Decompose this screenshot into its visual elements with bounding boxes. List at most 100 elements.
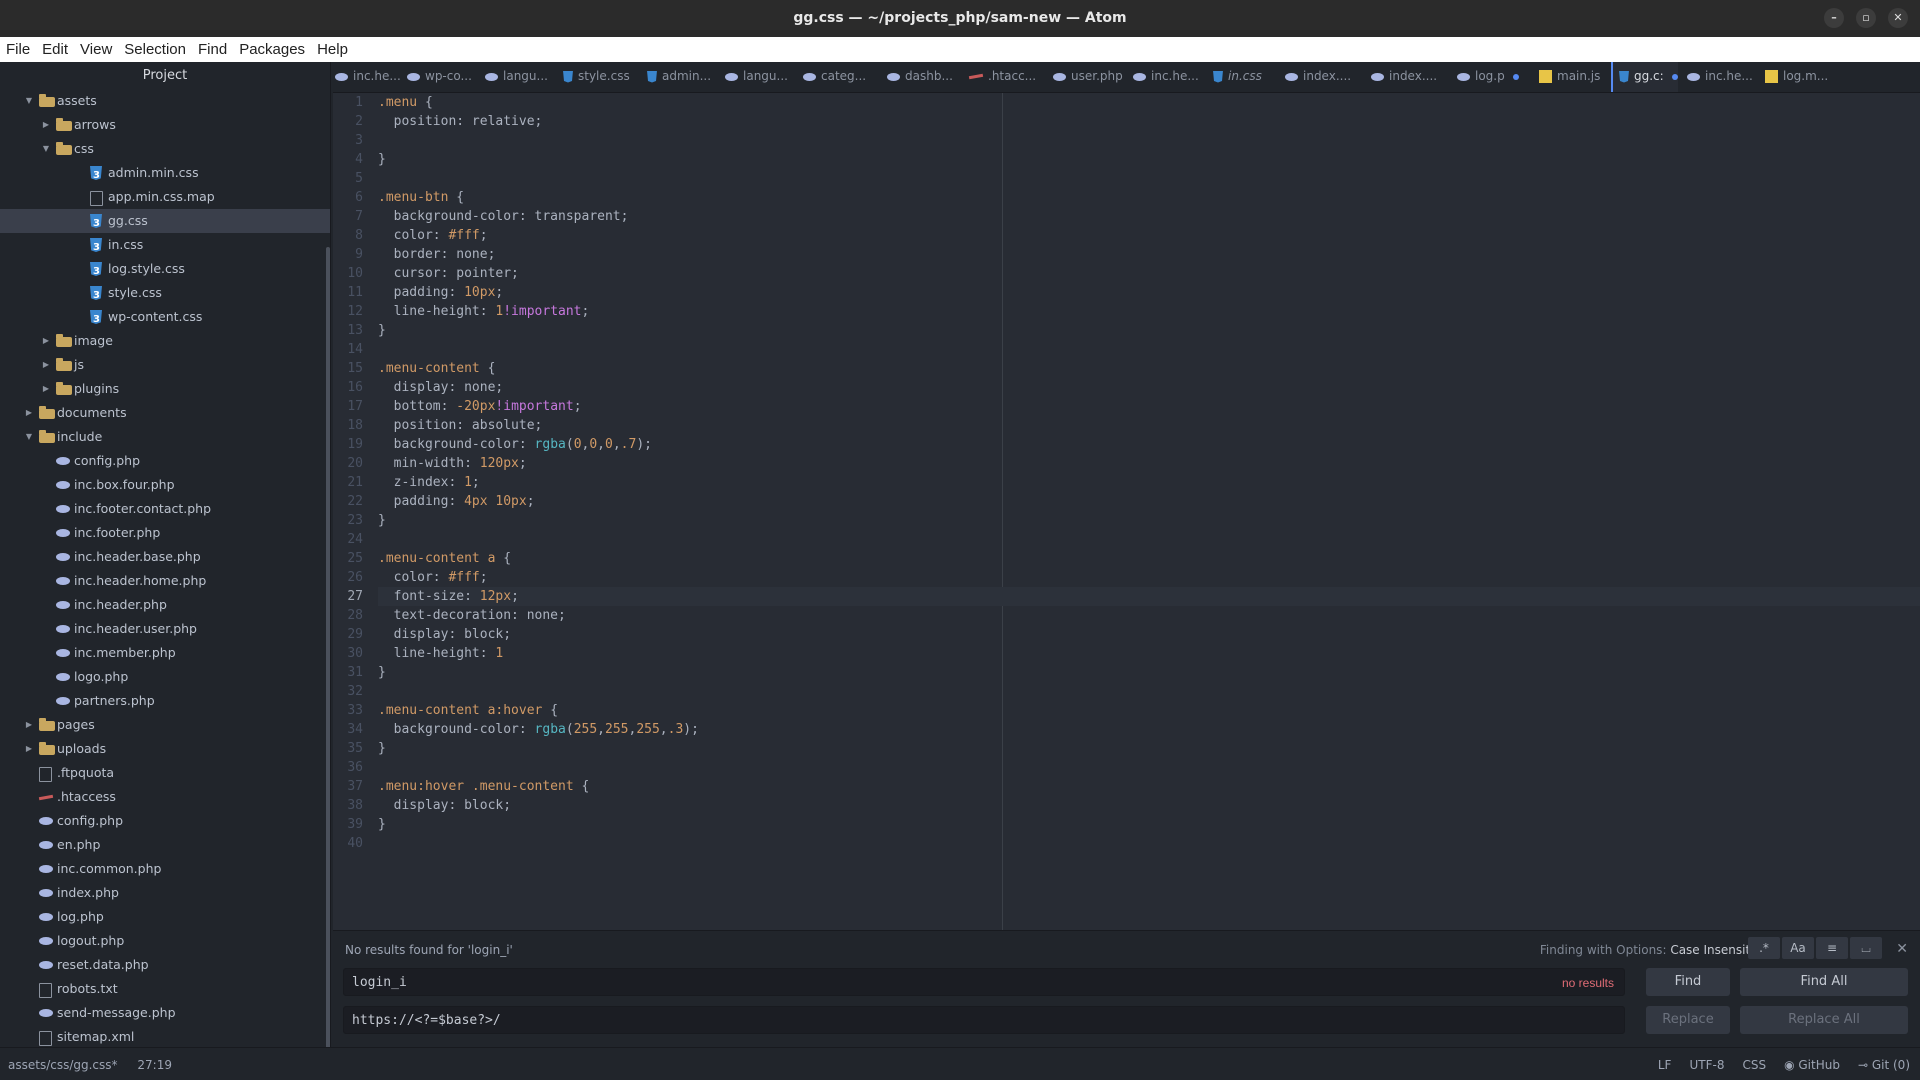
code-line[interactable]: .menu-content a { bbox=[378, 549, 1920, 568]
code-line[interactable]: border: none; bbox=[378, 245, 1920, 264]
editor-tab[interactable]: user.php bbox=[1053, 62, 1123, 92]
chevron-down-icon[interactable]: ▼ bbox=[24, 89, 34, 113]
editor-tab[interactable]: langu... bbox=[485, 62, 548, 92]
code-lines[interactable]: .menu { position: relative;} .menu-btn { … bbox=[378, 93, 1920, 853]
code-line[interactable]: } bbox=[378, 663, 1920, 682]
tree-folder[interactable]: ▶ pages bbox=[0, 713, 330, 737]
whole-word-toggle-button[interactable]: ⌴ bbox=[1850, 937, 1882, 959]
tree-file[interactable]: gg.css bbox=[0, 209, 330, 233]
tree-file[interactable]: style.css bbox=[0, 281, 330, 305]
tree-file[interactable]: inc.header.php bbox=[0, 593, 330, 617]
tree-folder[interactable]: ▶ arrows bbox=[0, 113, 330, 137]
editor-tab[interactable]: inc.he... bbox=[1687, 62, 1753, 92]
tree-file[interactable]: app.min.css.map bbox=[0, 185, 330, 209]
code-line[interactable]: line-height: 1!important; bbox=[378, 302, 1920, 321]
code-editor[interactable]: 1 2 3 4 5 6 7 8 9 10 11 12 13 14 15 16 17 18 19 20 21 22 23 24 2… bbox=[333, 93, 1920, 930]
code-line[interactable]: padding: 4px 10px; bbox=[378, 492, 1920, 511]
chevron-right-icon[interactable]: ▶ bbox=[41, 329, 51, 353]
code-line[interactable]: color: #fff; bbox=[378, 226, 1920, 245]
code-line[interactable]: font-size: 12px; bbox=[378, 587, 1920, 606]
code-line[interactable] bbox=[378, 530, 1920, 549]
editor-tab[interactable]: wp-co... bbox=[407, 62, 472, 92]
replace-all-button[interactable]: Replace All bbox=[1740, 1006, 1908, 1034]
status-cursor-position[interactable]: 27:19 bbox=[137, 1058, 172, 1072]
editor-tab[interactable]: gg.c: bbox=[1611, 62, 1678, 92]
tree-file[interactable]: config.php bbox=[0, 809, 330, 833]
code-line[interactable]: background-color: transparent; bbox=[378, 207, 1920, 226]
replace-button[interactable]: Replace bbox=[1646, 1006, 1730, 1034]
code-line[interactable]: background-color: rgba(255,255,255,.3); bbox=[378, 720, 1920, 739]
close-icon[interactable]: ✕ bbox=[1896, 941, 1908, 957]
menu-help[interactable]: Help bbox=[311, 41, 354, 58]
tree-file[interactable]: en.php bbox=[0, 833, 330, 857]
menu-selection[interactable]: Selection bbox=[118, 41, 192, 58]
code-line[interactable]: background-color: rgba(0,0,0,.7); bbox=[378, 435, 1920, 454]
tree-file[interactable]: wp-content.css bbox=[0, 305, 330, 329]
code-line[interactable]: .menu:hover .menu-content { bbox=[378, 777, 1920, 796]
code-line[interactable]: } bbox=[378, 511, 1920, 530]
close-window-button[interactable]: ✕ bbox=[1888, 8, 1908, 28]
tree-file[interactable]: inc.header.base.php bbox=[0, 545, 330, 569]
code-line[interactable] bbox=[378, 834, 1920, 853]
minimize-button[interactable]: – bbox=[1824, 8, 1844, 28]
tree-file[interactable]: .htaccess bbox=[0, 785, 330, 809]
chevron-down-icon[interactable]: ▼ bbox=[41, 137, 51, 161]
tree-file[interactable]: logo.php bbox=[0, 665, 330, 689]
code-line[interactable]: .menu-content { bbox=[378, 359, 1920, 378]
editor-tab[interactable]: style.css bbox=[563, 62, 630, 92]
tree-folder[interactable]: ▶ image bbox=[0, 329, 330, 353]
code-line[interactable]: position: absolute; bbox=[378, 416, 1920, 435]
code-line[interactable] bbox=[378, 131, 1920, 150]
editor-tab[interactable]: index.... bbox=[1285, 62, 1351, 92]
tree-folder[interactable]: ▼ css bbox=[0, 137, 330, 161]
code-line[interactable] bbox=[378, 682, 1920, 701]
tree-file[interactable]: inc.box.four.php bbox=[0, 473, 330, 497]
editor-tab[interactable]: log.m... bbox=[1765, 62, 1828, 92]
tree-folder[interactable]: ▶ js bbox=[0, 353, 330, 377]
code-line[interactable]: padding: 10px; bbox=[378, 283, 1920, 302]
tree-file[interactable]: inc.header.user.php bbox=[0, 617, 330, 641]
tree-folder[interactable]: ▶ plugins bbox=[0, 377, 330, 401]
menu-find[interactable]: Find bbox=[192, 41, 233, 58]
tree-file[interactable]: inc.common.php bbox=[0, 857, 330, 881]
status-encoding[interactable]: UTF-8 bbox=[1689, 1058, 1724, 1072]
code-line[interactable]: } bbox=[378, 150, 1920, 169]
editor-tab[interactable]: inc.he... bbox=[1133, 62, 1199, 92]
code-line[interactable] bbox=[378, 169, 1920, 188]
tree-file[interactable]: inc.header.home.php bbox=[0, 569, 330, 593]
status-line-ending[interactable]: LF bbox=[1658, 1058, 1672, 1072]
code-line[interactable]: display: block; bbox=[378, 796, 1920, 815]
regex-toggle-button[interactable]: .* bbox=[1748, 937, 1780, 959]
code-line[interactable]: } bbox=[378, 321, 1920, 340]
editor-tab[interactable]: log.p bbox=[1457, 62, 1519, 92]
maximize-button[interactable]: ▫ bbox=[1856, 8, 1876, 28]
chevron-right-icon[interactable]: ▶ bbox=[41, 353, 51, 377]
tree-file[interactable]: log.php bbox=[0, 905, 330, 929]
menu-view[interactable]: View bbox=[74, 41, 118, 58]
tree-file[interactable]: admin.min.css bbox=[0, 161, 330, 185]
tree-file[interactable]: inc.footer.contact.php bbox=[0, 497, 330, 521]
menu-packages[interactable]: Packages bbox=[233, 41, 311, 58]
chevron-right-icon[interactable]: ▶ bbox=[24, 737, 34, 761]
editor-tab[interactable]: .htacc... bbox=[968, 62, 1036, 92]
code-line[interactable]: .menu-btn { bbox=[378, 188, 1920, 207]
status-file-path[interactable]: assets/css/gg.css* bbox=[8, 1058, 118, 1072]
editor-tab[interactable]: admin... bbox=[647, 62, 711, 92]
tree-folder[interactable]: ▶ uploads bbox=[0, 737, 330, 761]
editor-tab[interactable]: dashb... bbox=[887, 62, 953, 92]
tree-file[interactable]: .ftpquota bbox=[0, 761, 330, 785]
status-grammar[interactable]: CSS bbox=[1742, 1058, 1766, 1072]
tree-file[interactable]: reset.data.php bbox=[0, 953, 330, 977]
code-line[interactable]: .menu-content a:hover { bbox=[378, 701, 1920, 720]
status-github[interactable]: ◉ GitHub bbox=[1784, 1058, 1840, 1072]
code-line[interactable]: position: relative; bbox=[378, 112, 1920, 131]
tree-folder[interactable]: ▼ assets bbox=[0, 89, 330, 113]
tree-file[interactable]: robots.txt bbox=[0, 977, 330, 1001]
tree-folder[interactable]: ▼ include bbox=[0, 425, 330, 449]
editor-tab[interactable]: inc.he... bbox=[335, 62, 401, 92]
chevron-right-icon[interactable]: ▶ bbox=[24, 401, 34, 425]
menu-edit[interactable]: Edit bbox=[36, 41, 74, 58]
code-line[interactable]: color: #fff; bbox=[378, 568, 1920, 587]
code-line[interactable]: display: block; bbox=[378, 625, 1920, 644]
code-line[interactable]: z-index: 1; bbox=[378, 473, 1920, 492]
